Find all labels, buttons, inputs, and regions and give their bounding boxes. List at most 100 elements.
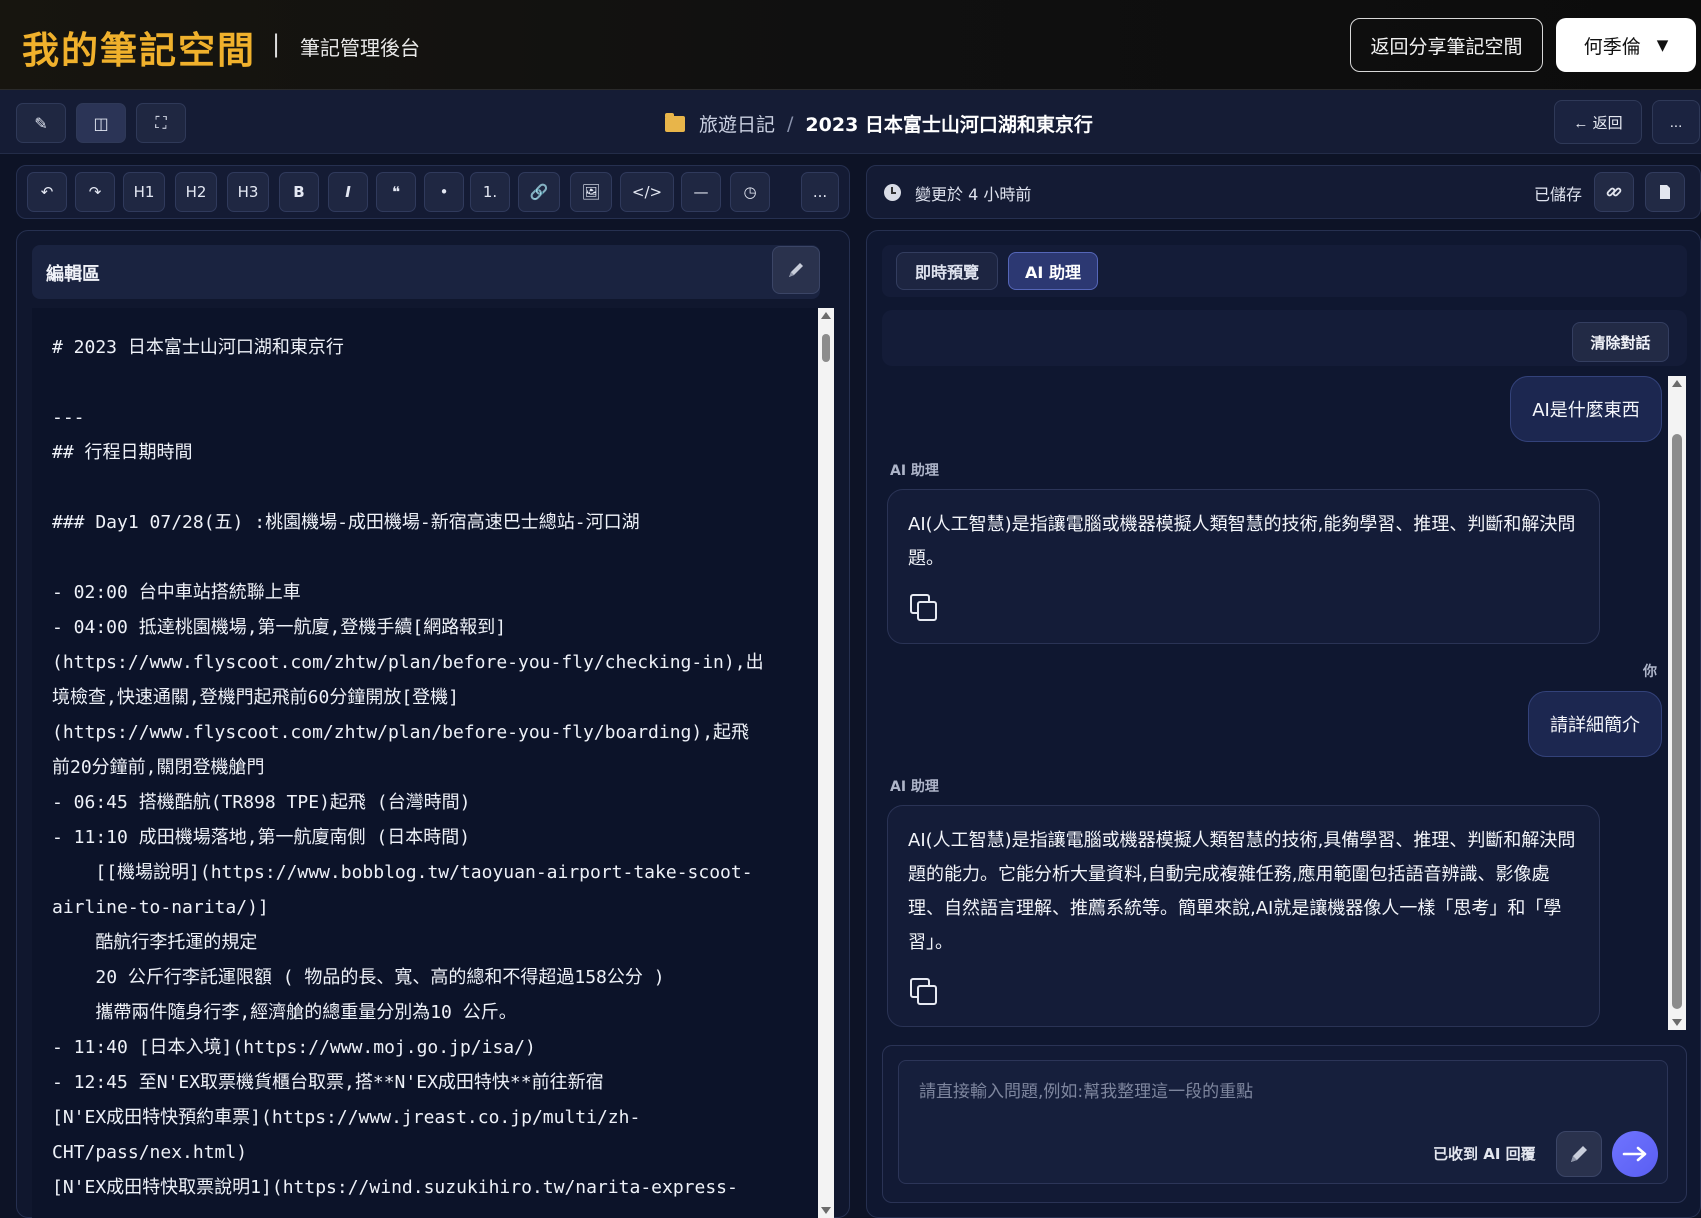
saved-status: 已儲存 — [1534, 185, 1583, 204]
ai-sender-label: AI 助理 — [890, 779, 939, 795]
scroll-thumb[interactable] — [822, 334, 830, 362]
bold-button[interactable]: B — [279, 172, 319, 212]
italic-button[interactable]: I — [328, 172, 368, 212]
pen-icon — [1571, 1146, 1587, 1162]
ai-sender-label: AI 助理 — [890, 463, 939, 479]
editor-title: 編輯區 — [46, 264, 100, 285]
tab-live-preview[interactable]: 即時預覽 — [896, 252, 998, 290]
heading1-button[interactable]: H1 — [123, 172, 165, 212]
ai-message-text: AI(人工智慧)是指讓電腦或機器模擬人類智慧的技術,具備學習、推理、判斷和解決問… — [908, 830, 1576, 953]
scroll-down-icon[interactable] — [1672, 1019, 1682, 1026]
scroll-down-icon[interactable] — [821, 1207, 831, 1214]
clear-conversation-button[interactable]: 清除對話 — [1572, 322, 1669, 362]
brand-title: 我的筆記空間 — [22, 29, 256, 72]
code-line: - 11:10 成田機場落地,第一航廈南側 (日本時間) — [52, 827, 471, 848]
code-line: # 2023 日本富士山河口湖和東京行 — [52, 337, 344, 358]
heading2-button[interactable]: H2 — [175, 172, 217, 212]
split-view-icon[interactable]: ◫ — [76, 103, 126, 143]
ai-message: AI(人工智慧)是指讓電腦或機器模擬人類智慧的技術,具備學習、推理、判斷和解決問… — [887, 805, 1600, 1027]
brand-separator: | — [272, 30, 281, 58]
send-button[interactable] — [1612, 1131, 1658, 1177]
more-options-button[interactable]: ... — [1652, 100, 1700, 144]
copy-icon[interactable] — [910, 978, 938, 1006]
tab-bar — [882, 245, 1687, 297]
code-line: - 11:40 [日本入境](https://www.moj.go.jp/isa… — [52, 1037, 536, 1058]
chevron-down-icon: ▼ — [1656, 36, 1669, 54]
editor-scrollbar[interactable] — [818, 308, 834, 1218]
code-line: [N'EX成田特快取票說明1](https://wind.suzukihiro.… — [52, 1177, 738, 1198]
horizontal-rule-icon[interactable]: — — [681, 172, 721, 212]
undo-icon[interactable]: ↶ — [27, 172, 67, 212]
user-menu-button[interactable]: 何季倫 ▼ — [1556, 18, 1696, 72]
user-message: 請詳細簡介 — [1528, 691, 1662, 757]
ai-message-text: AI(人工智慧)是指讓電腦或機器模擬人類智慧的技術,能夠學習、推理、判斷和解決問… — [908, 514, 1576, 569]
back-button[interactable]: ← 返回 — [1554, 100, 1642, 144]
document-button[interactable] — [1645, 172, 1685, 212]
breadcrumb-separator: / — [787, 112, 794, 135]
arrow-right-icon — [1622, 1146, 1647, 1162]
markdown-content[interactable]: # 2023 日本富士山河口湖和東京行 --- ## 行程日期時間 ### Day1 … — [52, 330, 800, 1205]
share-link-button[interactable] — [1594, 172, 1634, 212]
bullet-list-icon[interactable]: • — [424, 172, 464, 212]
pen-icon — [789, 263, 803, 277]
editor-pen-button[interactable] — [772, 246, 820, 294]
redo-icon[interactable]: ↷ — [75, 172, 115, 212]
chat-scrollbar[interactable] — [1668, 376, 1686, 1030]
code-line: airline-to-narita/)] — [52, 897, 269, 918]
tab-ai-assistant[interactable]: AI 助理 — [1008, 252, 1098, 290]
breadcrumb-note-title: 2023 日本富士山河口湖和東京行 — [805, 114, 1093, 136]
code-line: (https://www.flyscoot.com/zhtw/plan/befo… — [52, 722, 750, 743]
code-line: [[機場說明](https://www.bobblog.tw/taoyuan-a… — [52, 862, 753, 883]
chat-action-bar — [882, 310, 1687, 366]
code-line: 攜帶兩件隨身行李,經濟艙的總重量分別為10 公斤。 — [52, 1002, 517, 1023]
user-name: 何季倫 — [1583, 35, 1641, 58]
scroll-up-icon[interactable] — [1672, 380, 1682, 387]
ordered-list-button[interactable]: 1. — [470, 172, 510, 212]
code-line: ### Day1 07/28(五) :桃園機場-成田機場-新宿高速巴士總站-河口… — [52, 512, 640, 533]
chat-question-input[interactable] — [898, 1060, 1668, 1184]
code-line: - 04:00 抵達桃園機場,第一航廈,登機手續[網路報到] — [52, 617, 507, 638]
code-line: - 06:45 搭機酷航(TR898 TPE)起飛 (台灣時間) — [52, 792, 471, 813]
clock-icon[interactable]: ◷ — [730, 172, 770, 212]
heading3-button[interactable]: H3 — [227, 172, 269, 212]
code-line: - 12:45 至N'EX取票機貨櫃台取票,搭**N'EX成田特快**前往新宿 — [52, 1072, 604, 1093]
back-to-share-space-button[interactable]: 返回分享筆記空間 — [1350, 18, 1543, 72]
breadcrumb-folder[interactable]: 旅遊日記 — [699, 110, 775, 137]
toolbar-more-button[interactable]: ... — [801, 172, 839, 212]
clock-icon — [884, 184, 901, 201]
received-status: 已收到 AI 回覆 — [1433, 1145, 1536, 1163]
quote-icon[interactable]: ❝ — [376, 172, 416, 212]
copy-icon[interactable] — [910, 594, 938, 622]
user-sender-label: 你 — [1643, 664, 1657, 680]
user-message: AI是什麼東西 — [1510, 376, 1662, 442]
code-line: 酷航行李托運的規定 — [52, 932, 258, 953]
changed-time-text: 變更於 4 小時前 — [915, 185, 1032, 204]
document-icon — [1660, 185, 1670, 199]
folder-icon — [665, 112, 685, 132]
editor-header — [32, 245, 820, 299]
code-line: 前20分鐘前,關閉登機艙門 — [52, 757, 265, 778]
scroll-thumb[interactable] — [1672, 434, 1682, 1009]
brand-subtitle: 筆記管理後台 — [300, 36, 420, 60]
code-line: 20 公斤行李託運限額 ( 物品的長、寬、高的總和不得超過158公分 ) — [52, 967, 665, 988]
code-icon[interactable]: </> — [620, 172, 674, 212]
code-line: --- — [52, 407, 85, 428]
pen-tool-button[interactable] — [1556, 1131, 1602, 1177]
breadcrumb: 旅遊日記 / 2023 日本富士山河口湖和東京行 — [665, 110, 1093, 137]
fullscreen-icon[interactable]: ⛶ — [136, 103, 186, 143]
code-line: CHT/pass/nex.html) — [52, 1142, 248, 1163]
link-icon — [1606, 187, 1622, 197]
image-icon[interactable]: 🖼 — [570, 172, 612, 212]
ai-message: AI(人工智慧)是指讓電腦或機器模擬人類智慧的技術,能夠學習、推理、判斷和解決問… — [887, 489, 1600, 644]
scroll-up-icon[interactable] — [821, 312, 831, 319]
code-line: ## 行程日期時間 — [52, 442, 193, 463]
pencil-icon[interactable]: ✎ — [16, 103, 66, 143]
markdown-editor[interactable]: # 2023 日本富士山河口湖和東京行 --- ## 行程日期時間 ### Day1 … — [32, 308, 820, 1218]
code-line: - 02:00 台中車站搭統聯上車 — [52, 582, 301, 603]
code-line: [N'EX成田特快預約車票](https://www.jreast.co.jp/… — [52, 1107, 641, 1128]
link-icon[interactable]: 🔗 — [518, 172, 560, 212]
code-line: 境檢查,快速通關,登機門起飛前60分鐘開放[登機] — [52, 687, 460, 708]
